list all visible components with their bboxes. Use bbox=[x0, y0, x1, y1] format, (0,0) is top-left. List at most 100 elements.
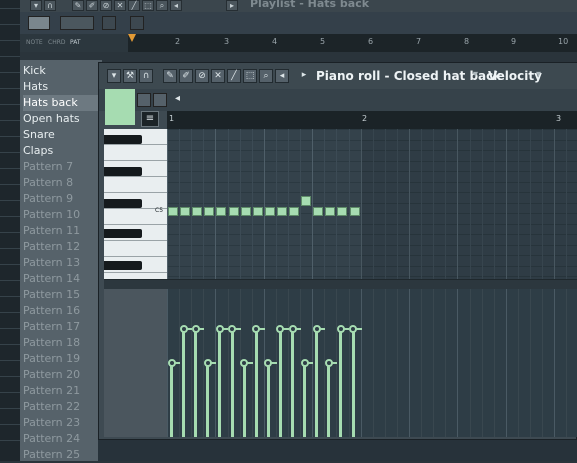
play-arrow-icon[interactable]: ▸ bbox=[226, 0, 238, 11]
pattern-item[interactable]: Snare bbox=[23, 127, 99, 143]
note[interactable] bbox=[204, 206, 215, 216]
speaker-icon[interactable]: ◂ bbox=[275, 69, 289, 83]
piano-roll-ruler[interactable]: 1 2 3 bbox=[167, 111, 577, 129]
menu-arrow-icon[interactable]: ▾ bbox=[107, 69, 121, 83]
slice-icon[interactable]: ╱ bbox=[227, 69, 241, 83]
pattern-item[interactable]: Hats bbox=[23, 79, 99, 95]
playlist-view-button[interactable] bbox=[28, 16, 50, 30]
note[interactable] bbox=[168, 206, 179, 216]
note[interactable] bbox=[192, 206, 203, 216]
pattern-item[interactable]: Pattern 12 bbox=[23, 239, 99, 255]
note[interactable] bbox=[252, 206, 263, 216]
velocity-bar[interactable] bbox=[315, 329, 319, 437]
note-icon[interactable] bbox=[102, 16, 116, 30]
velocity-bar[interactable] bbox=[278, 329, 282, 437]
mode-chord-label[interactable]: CHRD bbox=[48, 39, 66, 46]
pencil-icon[interactable]: ✎ bbox=[163, 69, 177, 83]
black-key[interactable] bbox=[104, 135, 142, 144]
note[interactable] bbox=[337, 206, 348, 216]
speaker-icon[interactable]: ◂ bbox=[170, 0, 182, 11]
pattern-item[interactable]: Pattern 10 bbox=[23, 207, 99, 223]
pattern-item[interactable]: Pattern 13 bbox=[23, 255, 99, 271]
mode-note-label[interactable]: NOTE bbox=[26, 39, 43, 46]
curve-icon[interactable] bbox=[153, 93, 167, 107]
paint-icon[interactable]: ✐ bbox=[86, 0, 98, 11]
delete-icon[interactable]: ⊘ bbox=[195, 69, 209, 83]
pattern-item[interactable]: Pattern 22 bbox=[23, 399, 99, 415]
velocity-bar[interactable] bbox=[170, 363, 173, 437]
velocity-bar[interactable] bbox=[327, 363, 331, 437]
playlist-ruler[interactable]: 2 3 4 5 6 7 8 9 10 bbox=[128, 34, 577, 52]
pattern-item[interactable]: Pattern 8 bbox=[23, 175, 99, 191]
title-dropdown-icon[interactable]: ▾ bbox=[473, 69, 478, 80]
note[interactable] bbox=[216, 206, 227, 216]
note-grid[interactable] bbox=[167, 129, 577, 279]
mute-icon[interactable]: ✕ bbox=[211, 69, 225, 83]
mute-icon[interactable]: ✕ bbox=[114, 0, 126, 11]
curve-icon[interactable] bbox=[60, 16, 94, 30]
pattern-item[interactable]: Hats back bbox=[23, 95, 99, 111]
pattern-item[interactable]: Claps bbox=[23, 143, 99, 159]
zoom-icon[interactable]: ⌕ bbox=[156, 0, 168, 11]
velocity-lane[interactable] bbox=[167, 289, 577, 437]
playhead-marker-icon[interactable] bbox=[128, 34, 136, 42]
pattern-item[interactable]: Pattern 24 bbox=[23, 431, 99, 447]
select-icon[interactable]: ⬚ bbox=[142, 0, 154, 11]
velocity-bar[interactable] bbox=[194, 329, 198, 437]
note[interactable] bbox=[301, 196, 312, 206]
piano-keyboard[interactable] bbox=[104, 129, 167, 289]
target-selector[interactable]: Velocity bbox=[488, 69, 542, 83]
black-key[interactable] bbox=[104, 199, 142, 208]
velocity-bar[interactable] bbox=[182, 329, 186, 437]
white-key[interactable] bbox=[104, 177, 167, 193]
slice-icon[interactable]: ╱ bbox=[128, 0, 140, 11]
black-key[interactable] bbox=[104, 229, 142, 238]
velocity-bar[interactable] bbox=[218, 329, 222, 437]
scroll-left-icon[interactable]: ◂ bbox=[175, 93, 180, 104]
note[interactable] bbox=[240, 206, 251, 216]
velocity-bar[interactable] bbox=[351, 329, 355, 437]
note[interactable] bbox=[264, 206, 275, 216]
white-key[interactable] bbox=[104, 241, 167, 257]
wrench-icon[interactable]: ⚒ bbox=[123, 69, 137, 83]
menu-icon[interactable]: ≡ bbox=[141, 111, 159, 127]
pattern-item[interactable]: Pattern 17 bbox=[23, 319, 99, 335]
pattern-item[interactable]: Pattern 16 bbox=[23, 303, 99, 319]
mode-pattern-label[interactable]: PAT bbox=[70, 39, 81, 46]
pattern-item[interactable]: Open hats bbox=[23, 111, 99, 127]
target-dropdown-icon[interactable]: ▾ bbox=[536, 69, 541, 80]
velocity-bar[interactable] bbox=[254, 329, 258, 437]
velocity-bar[interactable] bbox=[206, 363, 210, 437]
velocity-bar[interactable] bbox=[303, 363, 307, 437]
white-key[interactable] bbox=[104, 145, 167, 161]
note[interactable] bbox=[313, 206, 324, 216]
stretch-icon[interactable] bbox=[137, 93, 151, 107]
black-key[interactable] bbox=[104, 261, 142, 270]
pattern-item[interactable]: Pattern 11 bbox=[23, 223, 99, 239]
menu-arrow-icon[interactable]: ▾ bbox=[30, 0, 42, 11]
magnet-icon[interactable]: ∩ bbox=[44, 0, 56, 11]
paint-icon[interactable]: ✐ bbox=[179, 69, 193, 83]
pencil-icon[interactable]: ✎ bbox=[72, 0, 84, 11]
note[interactable] bbox=[276, 206, 287, 216]
note[interactable] bbox=[228, 206, 239, 216]
pattern-item[interactable]: Pattern 20 bbox=[23, 367, 99, 383]
pattern-item[interactable]: Pattern 23 bbox=[23, 415, 99, 431]
zoom-icon[interactable]: ⌕ bbox=[259, 69, 273, 83]
note[interactable] bbox=[289, 206, 300, 216]
velocity-bar[interactable] bbox=[291, 329, 294, 437]
pattern-item[interactable]: Pattern 14 bbox=[23, 271, 99, 287]
magnet-icon[interactable]: ∩ bbox=[139, 69, 153, 83]
pattern-item[interactable]: Kick bbox=[23, 63, 99, 79]
play-arrow-icon[interactable]: ▸ bbox=[297, 69, 311, 83]
delete-icon[interactable]: ⊘ bbox=[100, 0, 112, 11]
pattern-item[interactable]: Pattern 21 bbox=[23, 383, 99, 399]
velocity-bar[interactable] bbox=[266, 363, 270, 437]
pattern-item[interactable]: Pattern 9 bbox=[23, 191, 99, 207]
black-key[interactable] bbox=[104, 167, 142, 176]
note[interactable] bbox=[325, 206, 336, 216]
velocity-bar[interactable] bbox=[242, 363, 246, 437]
pattern-item[interactable]: Pattern 19 bbox=[23, 351, 99, 367]
note[interactable] bbox=[349, 206, 360, 216]
select-icon[interactable]: ⬚ bbox=[243, 69, 257, 83]
